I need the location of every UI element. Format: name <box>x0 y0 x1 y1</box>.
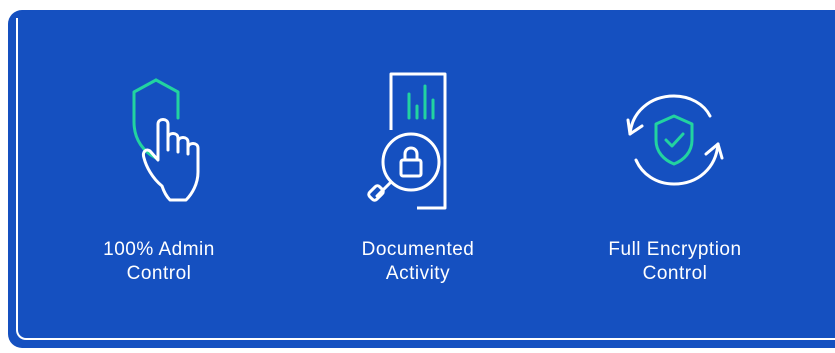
label-line: Activity <box>385 263 451 284</box>
label-line: Control <box>642 263 708 284</box>
document-lock-magnifier-icon <box>367 72 447 210</box>
feature-label-documented-activity: Documented Activity <box>362 238 475 286</box>
shield-check-sync-icon <box>626 94 724 186</box>
label-line: 100% Admin <box>103 239 215 260</box>
feature-banner: 100% Admin Control Documented Activity F… <box>0 0 835 353</box>
label-line: Control <box>126 263 192 284</box>
feature-label-admin-control: 100% Admin Control <box>103 238 215 286</box>
shield-hand-icon <box>132 78 200 202</box>
feature-label-full-encryption-control: Full Encryption Control <box>608 238 741 286</box>
feature-full-encryption-control: Full Encryption Control <box>575 60 775 286</box>
feature-admin-control: 100% Admin Control <box>59 60 259 286</box>
feature-documented-activity: Documented Activity <box>318 60 518 286</box>
label-line: Full Encryption <box>608 239 742 260</box>
label-line: Documented <box>361 239 475 260</box>
